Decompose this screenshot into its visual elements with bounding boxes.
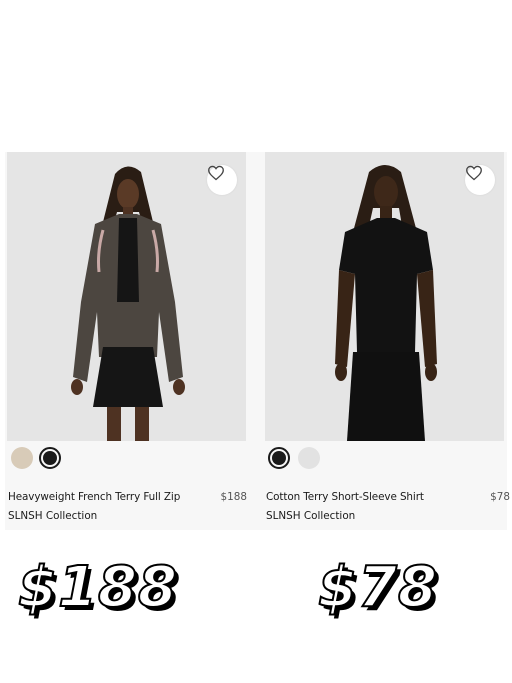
- model-jacket-illustration: [7, 152, 246, 441]
- heart-outline-icon: [466, 165, 482, 181]
- product-price: $78: [490, 491, 510, 503]
- swatch-tan[interactable]: [11, 447, 33, 469]
- swatch-black[interactable]: [39, 447, 61, 469]
- model-shirt-illustration: [265, 152, 504, 441]
- overlay-price-1: $188: [17, 554, 178, 621]
- overlay-price-2: $78: [317, 554, 438, 621]
- product-image[interactable]: [7, 152, 246, 441]
- product-image[interactable]: [265, 152, 504, 441]
- product-card[interactable]: Cotton Terry Short-Sleeve Shirt $78 SLNS…: [265, 152, 510, 525]
- product-name[interactable]: Cotton Terry Short-Sleeve Shirt: [266, 491, 424, 503]
- product-collection: SLNSH Collection: [8, 510, 98, 522]
- product-name[interactable]: Heavyweight French Terry Full Zip: [8, 491, 180, 503]
- product-price: $188: [220, 491, 247, 503]
- product-info: Cotton Terry Short-Sleeve Shirt $78 SLNS…: [265, 477, 510, 525]
- product-card[interactable]: Heavyweight French Terry Full Zip $188 S…: [7, 152, 247, 525]
- swatch-black[interactable]: [268, 447, 290, 469]
- wishlist-button[interactable]: [465, 165, 495, 195]
- heart-outline-icon: [208, 165, 224, 181]
- product-collection: SLNSH Collection: [266, 510, 356, 522]
- product-info: Heavyweight French Terry Full Zip $188 S…: [7, 477, 247, 525]
- color-swatches: [7, 441, 247, 477]
- wishlist-button[interactable]: [207, 165, 237, 195]
- swatch-light-grey[interactable]: [298, 447, 320, 469]
- color-swatches: [265, 441, 505, 477]
